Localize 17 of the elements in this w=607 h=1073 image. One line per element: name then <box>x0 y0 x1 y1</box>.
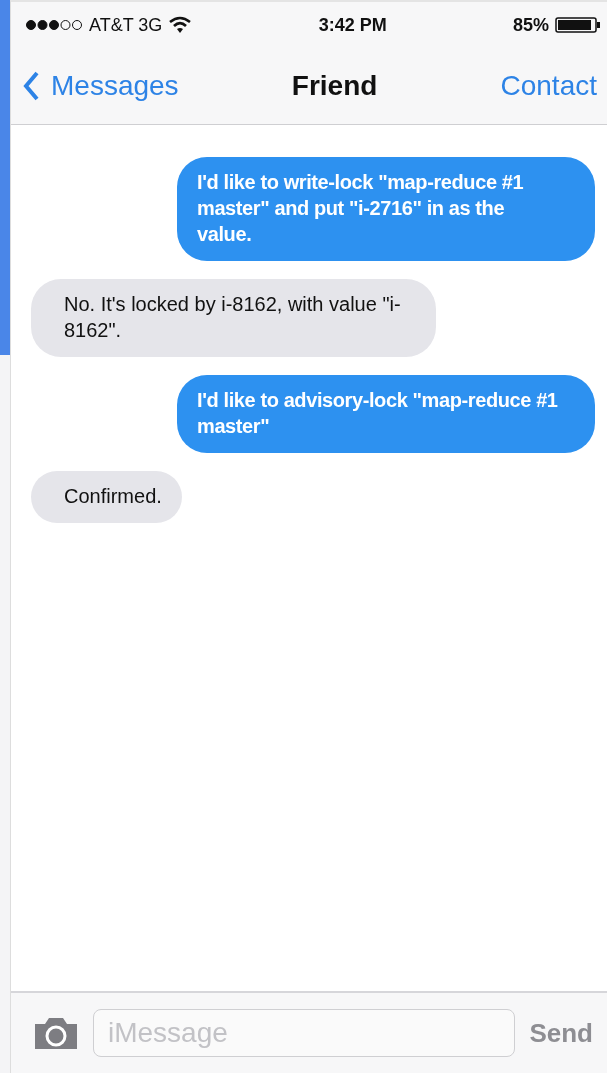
sent-message-bubble: I'd like to advisory-lock "map-reduce #1 master" <box>177 375 595 453</box>
signal-icon <box>25 19 83 31</box>
contact-link[interactable]: Contact <box>500 70 597 102</box>
conversation-title: Friend <box>291 70 378 102</box>
sent-message-bubble: I'd like to write-lock "map-reduce #1 master" and put "i-2716" in as the value. <box>177 157 595 261</box>
chevron-left-icon <box>23 71 39 101</box>
back-button[interactable]: Messages <box>23 70 179 102</box>
clock-time: 3:42 PM <box>318 14 387 36</box>
wifi-icon <box>168 16 193 34</box>
message-input[interactable]: iMessage <box>93 1009 516 1057</box>
camera-icon <box>33 1016 79 1050</box>
send-button[interactable]: Send <box>529 1017 593 1049</box>
carrier-label: AT&T 3G <box>89 14 163 36</box>
received-message-bubble: Confirmed. <box>31 471 182 523</box>
battery-percent: 85% <box>512 14 549 36</box>
battery-icon <box>555 17 601 33</box>
received-message-bubble: No. It's locked by i-8162, with value "i-8162". <box>31 279 436 357</box>
